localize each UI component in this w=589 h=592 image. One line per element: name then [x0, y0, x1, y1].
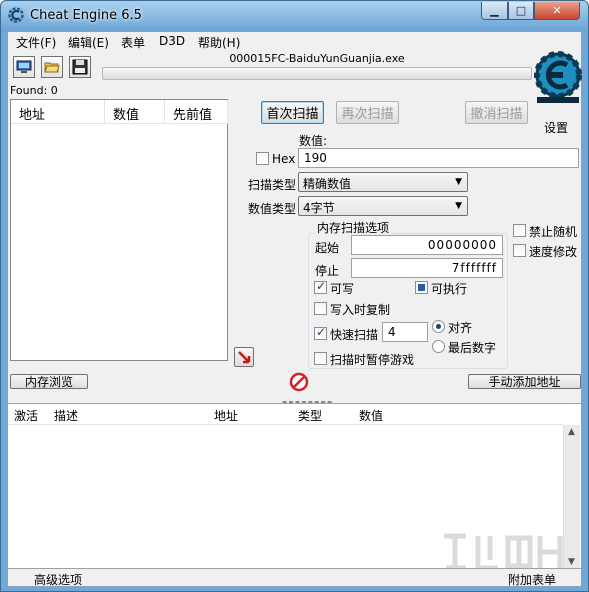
memory-scan-options-title: 内存扫描选项	[315, 219, 392, 236]
first-scan-button[interactable]: 首次扫描	[261, 101, 324, 124]
start-address-label: 起始	[315, 241, 340, 255]
advanced-options-button[interactable]: 高级选项	[34, 571, 82, 588]
found-results-list[interactable]: 地址 数值 先前值	[10, 99, 228, 361]
computer-icon	[16, 60, 32, 73]
menu-help[interactable]: 帮助(H)	[198, 34, 240, 51]
menu-bar: 文件(F) 编辑(E) 表单 D3D 帮助(H)	[8, 32, 581, 51]
speed-hack-label: 速度修改	[529, 245, 578, 259]
hex-label: Hex	[272, 152, 296, 166]
column-header-description[interactable]: 描述	[54, 407, 78, 424]
scroll-down-icon[interactable]: ▼	[568, 557, 575, 567]
no-random-label: 禁止随机	[529, 225, 578, 239]
speed-hack-checkbox[interactable]	[513, 244, 526, 257]
column-header-address[interactable]: 地址	[11, 100, 105, 124]
scan-value-input[interactable]: 190	[298, 148, 579, 168]
menu-d3d[interactable]: D3D	[159, 34, 185, 48]
cheat-engine-logo-icon[interactable]	[533, 50, 583, 106]
alignment-label: 对齐	[448, 321, 473, 335]
red-arrow-icon	[238, 351, 251, 364]
save-button[interactable]	[69, 56, 91, 78]
maximize-button[interactable]: □	[508, 2, 534, 20]
value-type-label: 数值类型	[248, 202, 297, 216]
value-type-select[interactable]: 4字节 ▼	[298, 196, 468, 216]
column-header-previous-value[interactable]: 先前值	[165, 100, 228, 124]
pause-game-checkbox[interactable]	[314, 352, 327, 365]
main-client-area: 文件(F) 编辑(E) 表单 D3D 帮助(H) 000015FC-BaiduY…	[7, 31, 582, 587]
column-header-active[interactable]: 激活	[14, 407, 38, 424]
cheat-engine-window: Cheat Engine 6.5 ▁ □ ✕ 文件(F) 编辑(E) 表单 D3…	[0, 0, 589, 592]
copy-on-write-checkbox[interactable]	[314, 302, 327, 315]
last-digits-radio[interactable]	[432, 340, 445, 353]
scan-type-select[interactable]: 精确数值 ▼	[298, 172, 468, 192]
next-scan-button[interactable]: 再次扫描	[336, 101, 399, 124]
scroll-up-icon[interactable]: ▲	[568, 427, 575, 437]
column-header-value[interactable]: 数值	[105, 100, 165, 124]
scan-progress-bar	[102, 67, 532, 80]
copy-to-list-button[interactable]	[234, 347, 254, 367]
column-header-type[interactable]: 类型	[298, 407, 322, 424]
hex-checkbox[interactable]	[256, 152, 269, 165]
minimize-button[interactable]: ▁	[481, 2, 508, 20]
settings-label[interactable]: 设置	[544, 119, 568, 136]
last-digits-label: 最后数字	[448, 341, 497, 355]
copy-on-write-label: 写入时复制	[330, 303, 391, 317]
table-extras-button[interactable]: 附加表单	[508, 571, 556, 588]
column-header-address[interactable]: 地址	[214, 407, 238, 424]
stop-icon[interactable]	[289, 372, 309, 392]
alignment-radio[interactable]	[432, 320, 445, 333]
address-table[interactable]: 激活 描述 地址 类型 数值 ▲ ▼	[8, 403, 581, 569]
scan-type-value: 精确数值	[303, 177, 352, 191]
fast-scan-alignment-input[interactable]: 4	[382, 322, 428, 342]
vertical-scrollbar[interactable]: ▲ ▼	[563, 425, 580, 569]
value-type-value: 4字节	[303, 201, 335, 215]
title-bar[interactable]: Cheat Engine 6.5 ▁ □ ✕	[1, 1, 588, 31]
no-random-checkbox[interactable]	[513, 224, 526, 237]
window-title: Cheat Engine 6.5	[30, 8, 142, 23]
pause-game-label: 扫描时暂停游戏	[330, 353, 415, 367]
scan-type-label: 扫描类型	[248, 178, 297, 192]
menu-file[interactable]: 文件(F)	[16, 34, 56, 51]
column-header-value[interactable]: 数值	[359, 407, 383, 424]
fast-scan-label: 快速扫描	[330, 328, 379, 342]
chevron-down-icon: ▼	[455, 177, 462, 187]
executable-checkbox[interactable]	[415, 281, 428, 294]
found-count-label: Found: 0	[10, 84, 58, 97]
add-address-manually-button[interactable]: 手动添加地址	[468, 374, 581, 389]
memory-view-button[interactable]: 内存浏览	[10, 374, 88, 389]
open-file-button[interactable]	[41, 56, 63, 78]
chevron-down-icon: ▼	[455, 201, 462, 211]
folder-open-icon	[44, 62, 60, 73]
menu-table[interactable]: 表单	[121, 34, 145, 51]
process-name-label: 000015FC-BaiduYunGuanjia.exe	[229, 52, 405, 65]
menu-edit[interactable]: 编辑(E)	[68, 34, 109, 51]
stop-address-label: 停止	[315, 264, 340, 278]
undo-scan-button[interactable]: 撤消扫描	[465, 101, 528, 124]
cheat-engine-app-icon	[8, 7, 24, 23]
value-label: 数值:	[299, 134, 328, 148]
floppy-disk-icon	[72, 59, 88, 75]
stop-address-input[interactable]: 7fffffff	[351, 258, 503, 278]
header-divider	[8, 424, 563, 425]
start-address-input[interactable]: 00000000	[351, 235, 503, 255]
writable-checkbox[interactable]	[314, 279, 327, 294]
status-bar: 高级选项 附加表单	[8, 568, 581, 588]
executable-label: 可执行	[431, 282, 468, 296]
writable-label: 可写	[330, 282, 355, 296]
fast-scan-checkbox[interactable]	[314, 325, 327, 340]
open-process-button[interactable]	[13, 56, 35, 78]
close-button[interactable]: ✕	[534, 2, 580, 20]
